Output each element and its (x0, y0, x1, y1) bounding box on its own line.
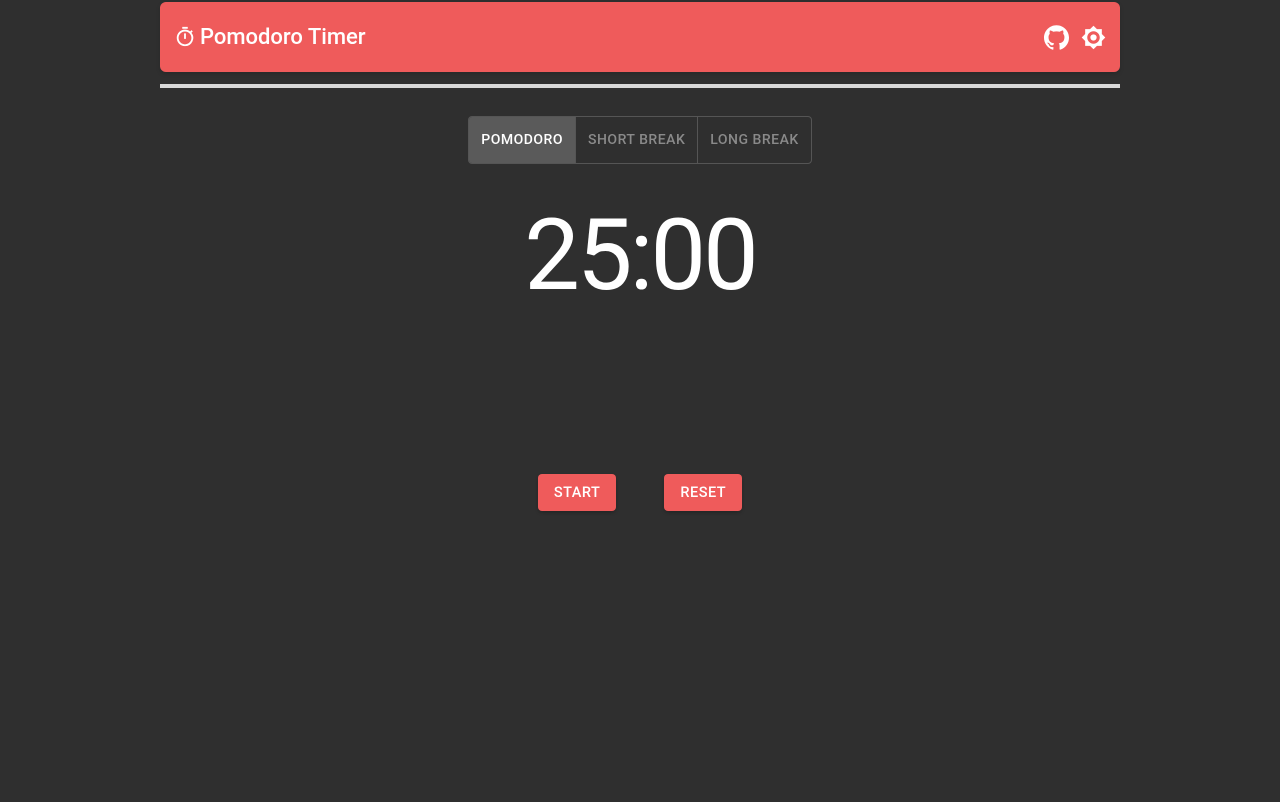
brightness-icon (1081, 25, 1106, 50)
tab-long-break[interactable]: LONG BREAK (698, 117, 810, 163)
header-right (1044, 25, 1106, 50)
github-button[interactable] (1044, 25, 1069, 50)
app-title: Pomodoro Timer (200, 25, 366, 50)
header-left: Pomodoro Timer (174, 25, 366, 50)
start-button[interactable]: START (538, 474, 617, 511)
tab-short-break[interactable]: SHORT BREAK (576, 117, 698, 163)
action-buttons: START RESET (538, 474, 742, 511)
mode-tabs: POMODORO SHORT BREAK LONG BREAK (468, 116, 811, 164)
reset-button[interactable]: RESET (664, 474, 742, 511)
app-header: Pomodoro Timer (160, 2, 1120, 72)
github-icon (1044, 25, 1069, 50)
main-content: POMODORO SHORT BREAK LONG BREAK 25:00 ST… (160, 88, 1120, 511)
timer-icon (174, 26, 196, 48)
tab-pomodoro[interactable]: POMODORO (469, 117, 576, 163)
timer-display: 25:00 (524, 198, 756, 314)
settings-button[interactable] (1081, 25, 1106, 50)
